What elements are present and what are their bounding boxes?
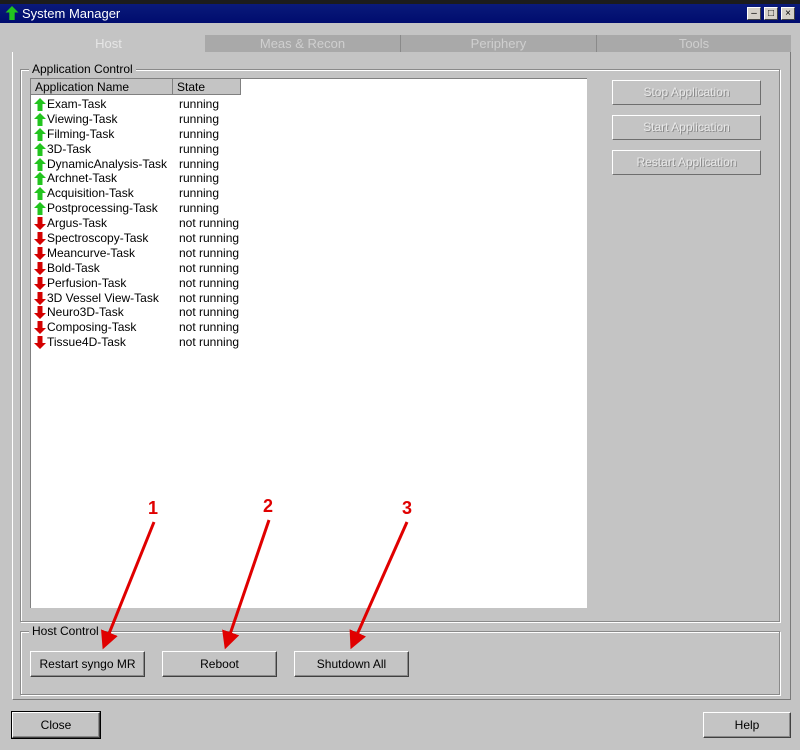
red-down-arrow-icon xyxy=(34,276,46,290)
restart-application-button[interactable]: Restart Application xyxy=(612,150,761,175)
table-row[interactable]: Viewing-Task running xyxy=(31,112,587,127)
application-name: Meancurve-Task xyxy=(47,245,136,260)
table-row[interactable]: 3D-Task running xyxy=(31,142,587,157)
column-header-state[interactable]: State xyxy=(173,79,241,95)
application-state: not running xyxy=(179,260,240,275)
application-list[interactable]: Application Name State Exam-Task running V… xyxy=(30,78,587,608)
application-state: running xyxy=(179,156,220,171)
application-name: Argus-Task xyxy=(47,216,108,231)
close-icon[interactable]: × xyxy=(781,7,795,20)
annotation-number-2: 2 xyxy=(263,496,274,516)
application-name: Postprocessing-Task xyxy=(47,201,158,216)
application-name: Filming-Task xyxy=(47,126,115,141)
red-down-arrow-icon xyxy=(34,336,46,350)
start-application-button[interactable]: Start Application xyxy=(612,115,761,140)
table-row[interactable]: Exam-Task running xyxy=(31,97,587,112)
stop-application-button[interactable]: Stop Application xyxy=(612,80,761,105)
table-row[interactable]: Tissue4D-Task not running xyxy=(31,335,587,350)
reboot-button[interactable]: Reboot xyxy=(162,651,277,677)
application-name: Bold-Task xyxy=(47,260,100,275)
application-name: Acquisition-Task xyxy=(47,186,134,201)
tab-tools[interactable]: Tools xyxy=(597,35,791,52)
green-up-arrow-icon xyxy=(34,202,46,216)
application-name: Viewing-Task xyxy=(47,111,118,126)
application-state: running xyxy=(179,126,220,141)
restart-syngo-button[interactable]: Restart syngo MR xyxy=(30,651,145,677)
application-state: not running xyxy=(179,216,240,231)
annotation-number-3: 3 xyxy=(402,498,413,518)
window-title: System Manager xyxy=(22,6,121,21)
table-row[interactable]: Archnet-Task running xyxy=(31,171,587,186)
table-row[interactable]: Postprocessing-Task running xyxy=(31,201,587,216)
column-header-application-name[interactable]: Application Name xyxy=(31,79,173,95)
green-up-arrow-icon xyxy=(34,142,46,156)
application-state: not running xyxy=(179,275,240,290)
table-row[interactable]: Neuro3D-Task not running xyxy=(31,305,587,320)
green-up-arrow-icon xyxy=(34,157,46,171)
table-row[interactable]: Bold-Task not running xyxy=(31,261,587,276)
app-up-arrow-icon xyxy=(5,6,19,20)
table-row[interactable]: Acquisition-Task running xyxy=(31,186,587,201)
list-header: Application Name State xyxy=(31,79,241,95)
application-state: not running xyxy=(179,290,240,305)
list-rows: Exam-Task running Viewing-Task running Filmi… xyxy=(31,97,587,350)
green-up-arrow-icon xyxy=(34,112,46,126)
minimize-icon[interactable]: – xyxy=(747,7,761,20)
application-name: Perfusion-Task xyxy=(47,275,127,290)
green-up-arrow-icon xyxy=(34,187,46,201)
table-row[interactable]: Filming-Task running xyxy=(31,127,587,142)
application-name: 3D Vessel View-Task xyxy=(47,290,159,305)
annotation-number-1: 1 xyxy=(148,498,159,518)
red-down-arrow-icon xyxy=(34,232,46,246)
help-button[interactable]: Help xyxy=(703,712,791,738)
shutdown-all-button[interactable]: Shutdown All xyxy=(294,651,409,677)
application-name: Spectroscopy-Task xyxy=(47,231,149,246)
red-down-arrow-icon xyxy=(34,246,46,260)
application-state: running xyxy=(179,171,220,186)
tab-meas-recon[interactable]: Meas & Recon xyxy=(205,35,401,52)
application-state: running xyxy=(179,141,220,156)
host-control-label: Host Control xyxy=(29,624,102,638)
red-down-arrow-icon xyxy=(34,291,46,305)
application-name: Composing-Task xyxy=(47,320,137,335)
red-down-arrow-icon xyxy=(34,261,46,275)
red-down-arrow-icon xyxy=(34,217,46,231)
table-row[interactable]: Argus-Task not running xyxy=(31,216,587,231)
application-state: running xyxy=(179,186,220,201)
application-state: running xyxy=(179,111,220,126)
maximize-icon[interactable]: □ xyxy=(764,7,778,20)
table-row[interactable]: DynamicAnalysis-Task running xyxy=(31,157,587,172)
application-name: DynamicAnalysis-Task xyxy=(47,156,168,171)
tab-periphery[interactable]: Periphery xyxy=(401,35,597,52)
red-down-arrow-icon xyxy=(34,306,46,320)
green-up-arrow-icon xyxy=(34,127,46,141)
application-name: Exam-Task xyxy=(47,97,107,111)
red-down-arrow-icon xyxy=(34,321,46,335)
table-row[interactable]: Meancurve-Task not running xyxy=(31,246,587,261)
application-name: 3D-Task xyxy=(47,141,92,156)
table-row[interactable]: 3D Vessel View-Task not running xyxy=(31,291,587,306)
application-name: Neuro3D-Task xyxy=(47,305,124,320)
application-state: not running xyxy=(179,231,240,246)
application-name: Archnet-Task xyxy=(47,171,118,186)
table-row[interactable]: Composing-Task not running xyxy=(31,320,587,335)
table-row[interactable]: Perfusion-Task not running xyxy=(31,276,587,291)
green-up-arrow-icon xyxy=(34,172,46,186)
close-button[interactable]: Close xyxy=(11,711,101,739)
table-row[interactable]: Spectroscopy-Task not running xyxy=(31,231,587,246)
application-name: Tissue4D-Task xyxy=(47,335,126,350)
application-state: running xyxy=(179,201,220,216)
application-state: running xyxy=(179,97,220,111)
application-state: not running xyxy=(179,305,240,320)
application-state: not running xyxy=(179,320,240,335)
application-state: not running xyxy=(179,245,240,260)
green-up-arrow-icon xyxy=(34,98,46,111)
tab-host[interactable]: Host xyxy=(12,35,205,52)
application-control-label: Application Control xyxy=(29,62,136,76)
application-state: not running xyxy=(179,335,240,350)
title-bar[interactable]: System Manager – □ × xyxy=(0,4,800,23)
